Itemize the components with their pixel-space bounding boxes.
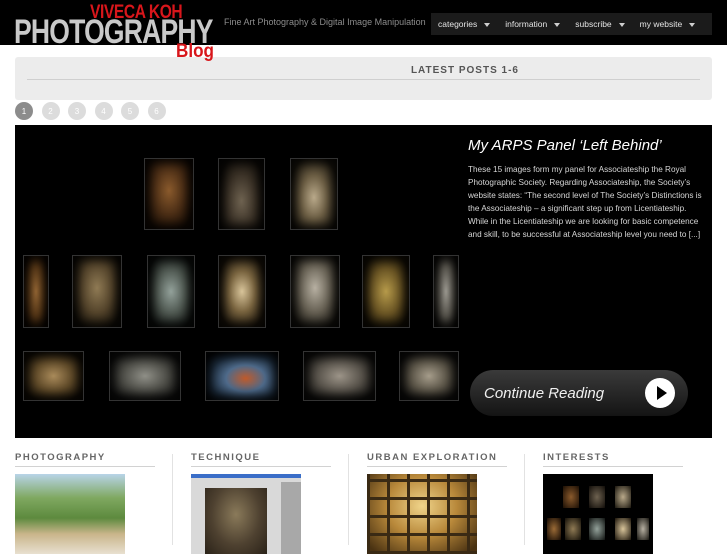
- logo-blog[interactable]: Blog: [176, 42, 214, 62]
- panel-photo[interactable]: [290, 158, 338, 230]
- category-heading[interactable]: PHOTOGRAPHY: [15, 452, 155, 467]
- category-thumbnail[interactable]: [15, 474, 125, 554]
- nav-my-website[interactable]: my website: [633, 13, 704, 35]
- panel-photo[interactable]: [23, 351, 84, 401]
- mini-photo: [589, 518, 605, 540]
- slide-pagination: 1 2 3 4 5 6: [15, 102, 174, 120]
- site-header: PHOTOGRAPHY VIVECA KOH Fine Art Photogra…: [0, 0, 727, 49]
- nav-categories[interactable]: categories: [431, 13, 498, 35]
- panel-photo[interactable]: [144, 158, 194, 230]
- mini-photo: [637, 518, 649, 540]
- logo-name[interactable]: VIVECA KOH: [90, 3, 183, 23]
- category-heading[interactable]: INTERESTS: [543, 452, 683, 467]
- mini-photo: [615, 518, 631, 540]
- panel-photo[interactable]: [303, 351, 376, 401]
- panel-photo[interactable]: [72, 255, 122, 328]
- category-thumbnail[interactable]: [191, 474, 301, 554]
- nav-information-label: information: [505, 19, 548, 29]
- continue-reading-button[interactable]: Continue Reading: [470, 370, 688, 416]
- category-heading[interactable]: TECHNIQUE: [191, 452, 331, 467]
- panel-photo[interactable]: [399, 351, 459, 401]
- chevron-down-icon: [618, 22, 625, 27]
- category-urban-exploration: URBAN EXPLORATION: [367, 452, 507, 554]
- nav-subscribe[interactable]: subscribe: [568, 13, 632, 35]
- mini-photo: [547, 518, 561, 540]
- category-heading[interactable]: URBAN EXPLORATION: [367, 452, 507, 467]
- panel-photo[interactable]: [290, 255, 340, 328]
- page-dot-2[interactable]: 2: [41, 102, 60, 120]
- page-dot-5[interactable]: 5: [121, 102, 139, 120]
- continue-reading-label: Continue Reading: [484, 384, 605, 402]
- mini-photo: [565, 518, 581, 540]
- category-photography: PHOTOGRAPHY: [15, 452, 155, 554]
- featured-post-slide: My ARPS Panel ‘Left Behind’ These 15 ima…: [15, 125, 712, 438]
- column-divider: [524, 454, 525, 545]
- chevron-down-icon: [554, 22, 561, 27]
- panel-photo[interactable]: [205, 351, 279, 401]
- main-nav: categories information subscribe my webs…: [431, 13, 712, 35]
- column-divider: [172, 454, 173, 545]
- panel-photo[interactable]: [362, 255, 410, 328]
- featured-post-excerpt: These 15 images form my panel for Associ…: [468, 165, 702, 240]
- panel-photo[interactable]: [218, 255, 266, 328]
- nav-my-website-label: my website: [639, 19, 683, 29]
- screenshot-panel: [281, 482, 301, 554]
- mini-photo: [563, 486, 579, 508]
- category-technique: TECHNIQUE: [191, 452, 331, 554]
- site-tagline: Fine Art Photography & Digital Image Man…: [224, 17, 426, 27]
- nav-categories-label: categories: [438, 19, 478, 29]
- latest-posts-bar: LATEST POSTS 1-6: [15, 57, 712, 100]
- column-divider: [348, 454, 349, 545]
- panel-photo[interactable]: [23, 255, 49, 328]
- screenshot-inner: [205, 488, 267, 554]
- page-dot-4[interactable]: 4: [94, 102, 113, 120]
- category-interests: INTERESTS: [543, 452, 683, 554]
- chevron-down-icon: [689, 22, 696, 27]
- featured-post-title[interactable]: My ARPS Panel ‘Left Behind’: [468, 136, 662, 155]
- play-arrow-icon: [645, 378, 675, 408]
- panel-photo[interactable]: [433, 255, 459, 328]
- latest-posts-title: LATEST POSTS 1-6: [410, 65, 519, 76]
- mini-photo: [615, 486, 631, 508]
- panel-photo[interactable]: [109, 351, 181, 401]
- mini-photo: [589, 486, 605, 508]
- category-thumbnail[interactable]: [367, 474, 477, 554]
- nav-information[interactable]: information: [498, 13, 568, 35]
- category-thumbnail[interactable]: [543, 474, 653, 554]
- panel-photo[interactable]: [218, 158, 265, 230]
- page-dot-1[interactable]: 1: [15, 102, 33, 120]
- page-dot-6[interactable]: 6: [147, 102, 166, 120]
- panel-photo[interactable]: [147, 255, 195, 328]
- divider: [27, 79, 700, 80]
- page-dot-3[interactable]: 3: [68, 102, 86, 120]
- chevron-down-icon: [484, 22, 491, 27]
- nav-subscribe-label: subscribe: [575, 19, 612, 29]
